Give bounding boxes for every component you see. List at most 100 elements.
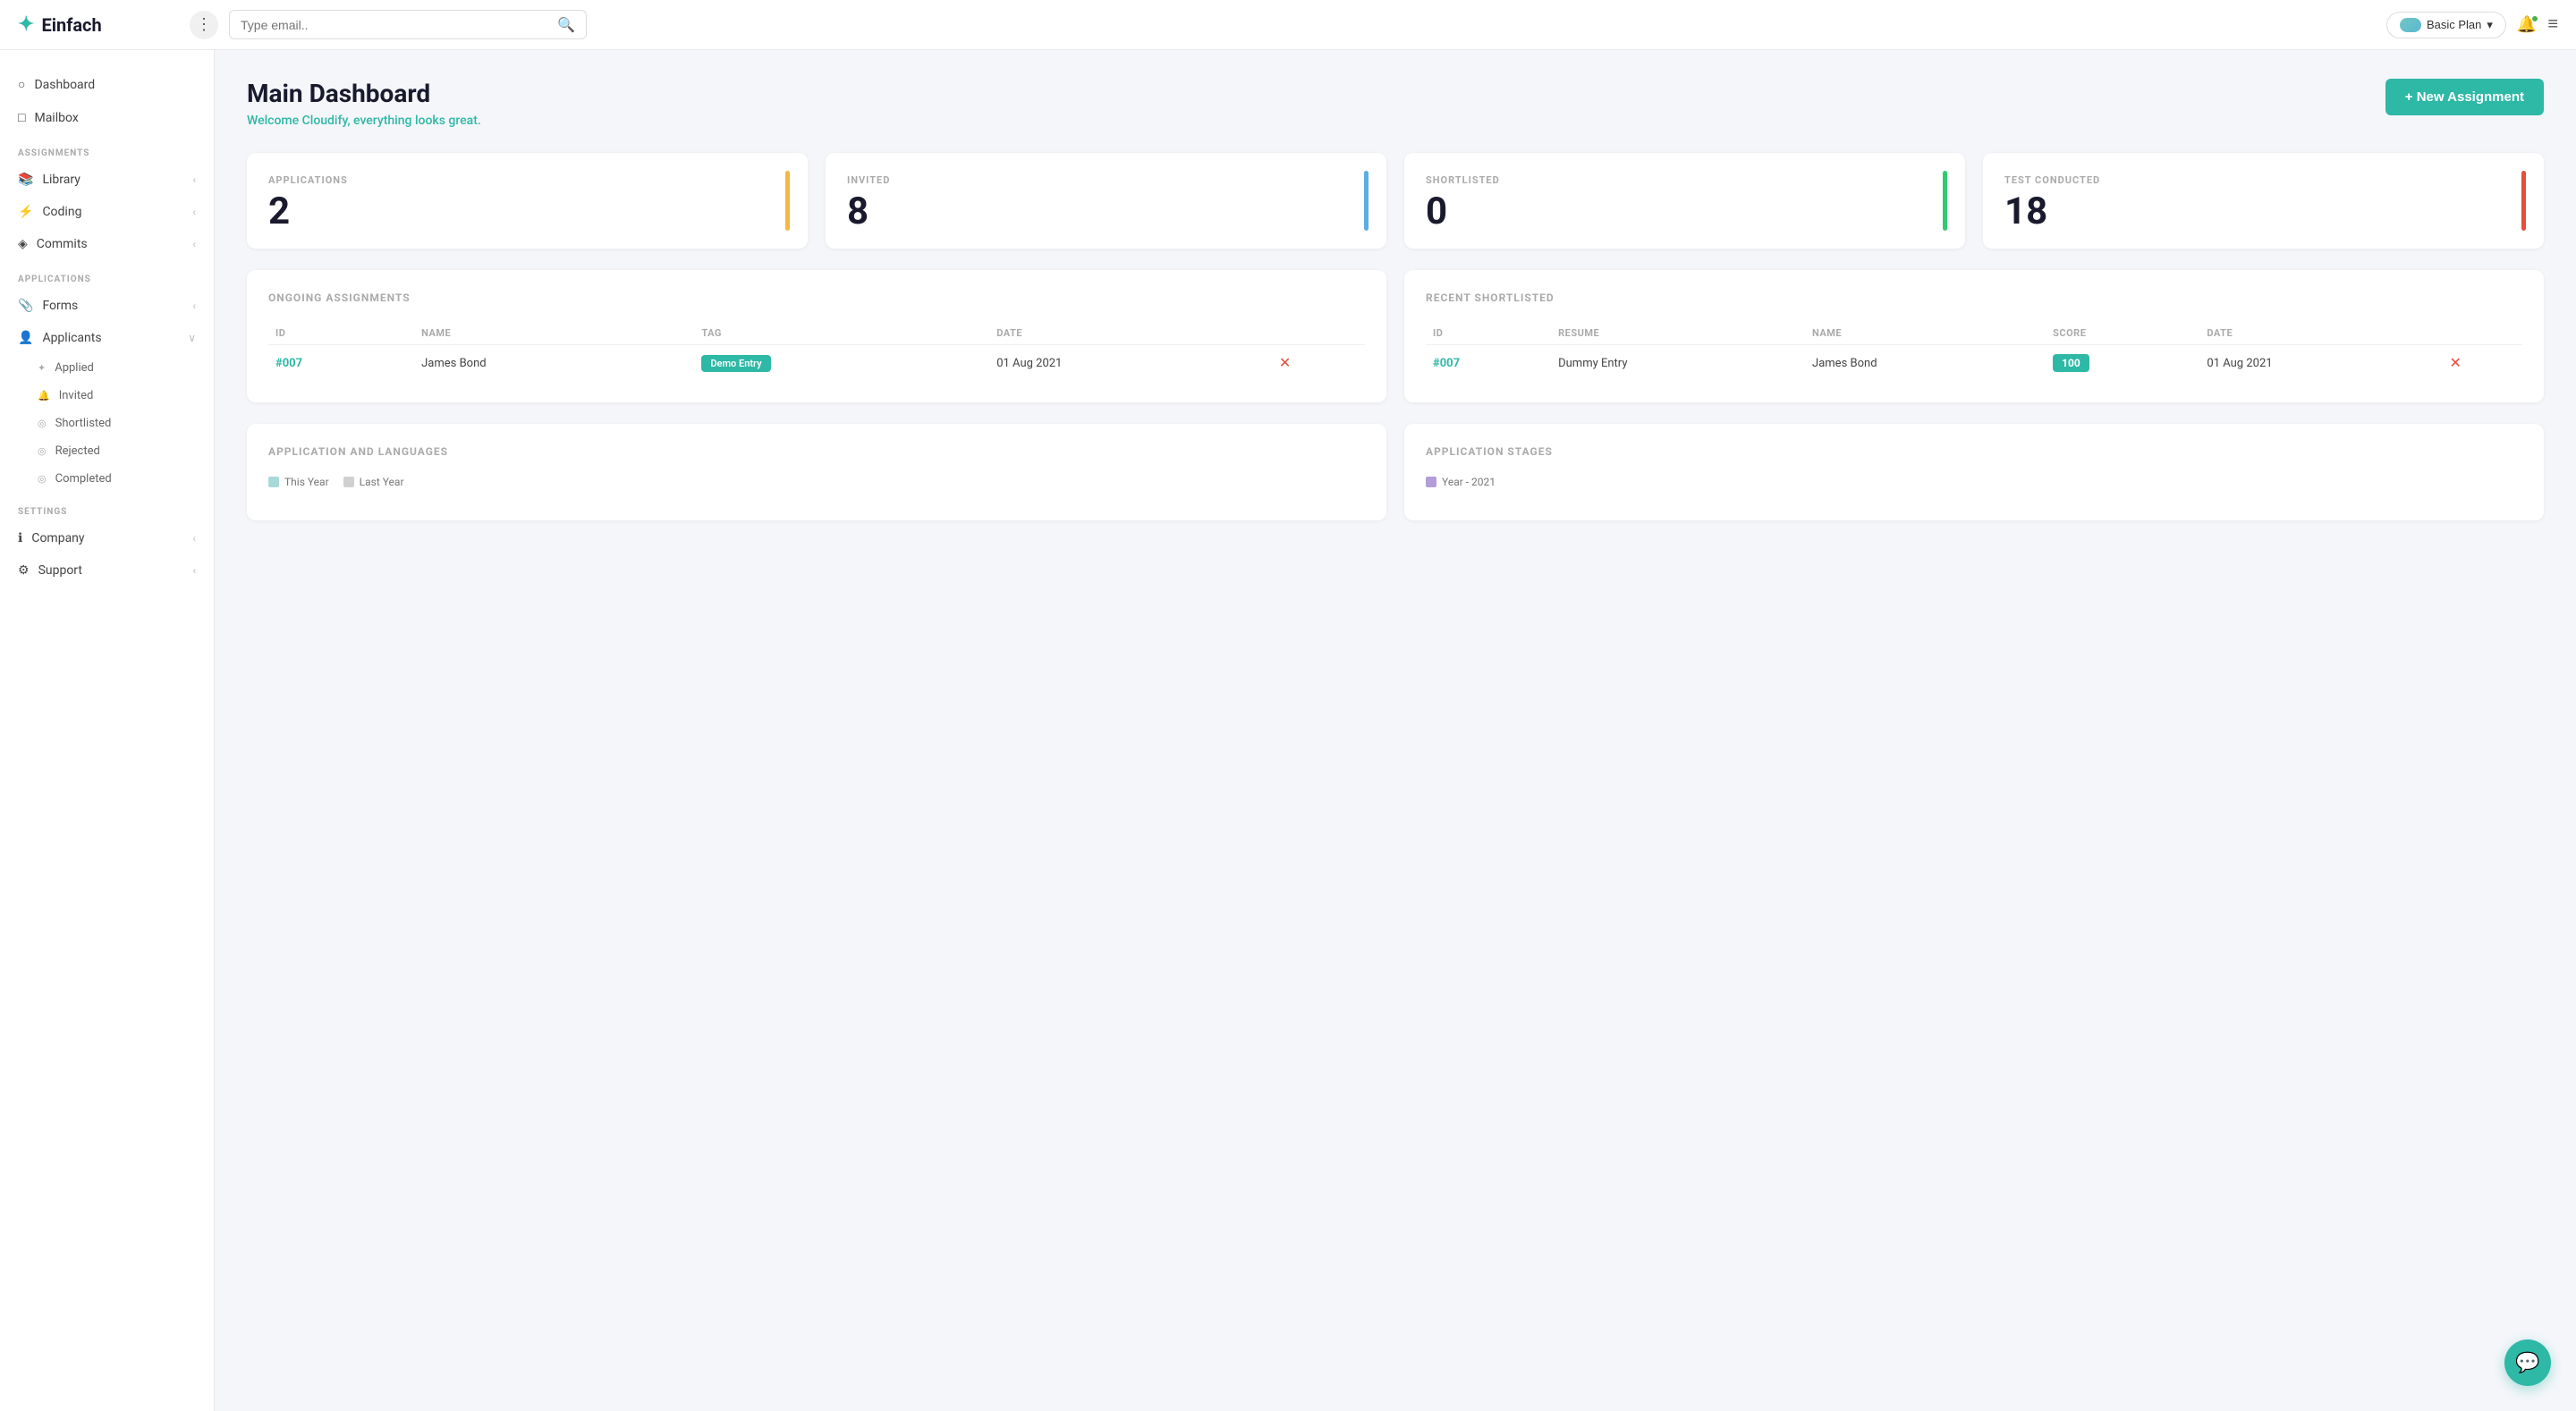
sidebar-item-forms[interactable]: 📎 Forms ‹ xyxy=(0,290,214,322)
sidebar-subitem-rejected[interactable]: ◎ Rejected xyxy=(0,437,214,465)
completed-icon: ◎ xyxy=(38,473,47,485)
sidebar-item-label: Library xyxy=(42,173,80,187)
sidebar-item-label: Commits xyxy=(37,237,88,251)
sidebar-item-label: Forms xyxy=(42,299,78,313)
legend-label: Last Year xyxy=(360,476,404,488)
sidebar-subitem-label: Rejected xyxy=(55,444,100,458)
more-button[interactable]: ⋮ xyxy=(190,11,218,39)
commits-icon: ◈ xyxy=(18,237,28,251)
notification-button[interactable]: 🔔 xyxy=(2517,15,2537,34)
invited-icon: 🔔 xyxy=(38,390,50,401)
col-score: SCORE xyxy=(2046,322,2199,345)
sidebar-item-label: Coding xyxy=(42,205,81,219)
sidebar-item-coding[interactable]: ⚡ Coding ‹ xyxy=(0,196,214,228)
sidebar-item-commits[interactable]: ◈ Commits ‹ xyxy=(0,228,214,260)
cell-id: #007 xyxy=(1426,345,1551,382)
sidebar-subitem-label: Applied xyxy=(55,361,94,375)
logo-icon: ✦ xyxy=(18,13,34,36)
stat-label: APPLICATIONS xyxy=(268,174,786,186)
col-name: NAME xyxy=(1805,322,2046,345)
forms-icon: 📎 xyxy=(18,299,33,313)
company-icon: ℹ xyxy=(18,531,22,545)
legend-label: This Year xyxy=(284,476,329,488)
app-stages-card: APPLICATION STAGES Year - 2021 xyxy=(1404,424,2544,520)
support-icon: ⚙ xyxy=(18,563,30,578)
stat-bar xyxy=(2521,171,2526,231)
logo: ✦ Einfach xyxy=(18,13,179,36)
subtitle-user: Cloudify xyxy=(302,114,348,128)
plan-icon xyxy=(2400,18,2421,32)
cell-date: 01 Aug 2021 xyxy=(989,345,1272,382)
cell-tag: Demo Entry xyxy=(694,345,989,382)
chevron-left-icon: ‹ xyxy=(192,173,196,186)
col-resume: RESUME xyxy=(1551,322,1805,345)
delete-button[interactable]: ✕ xyxy=(1279,354,1291,372)
stat-bar xyxy=(1364,171,1368,231)
subtitle-suffix: , everything looks great. xyxy=(347,114,480,128)
sidebar-subitem-label: Completed xyxy=(55,472,112,486)
applications-section-title: APPLICATIONS xyxy=(0,260,214,290)
stat-card-invited: INVITED 8 xyxy=(826,153,1386,249)
menu-button[interactable]: ≡ xyxy=(2547,14,2558,35)
stat-value: 0 xyxy=(1426,193,1944,231)
plan-button[interactable]: Basic Plan ▾ xyxy=(2386,12,2506,38)
col-tag: TAG xyxy=(694,322,989,345)
chevron-down-icon: ▾ xyxy=(2487,18,2493,32)
app-stages-legend: Year - 2021 xyxy=(1426,476,2522,488)
settings-section-title: SETTINGS xyxy=(0,493,214,522)
sidebar-item-mailbox[interactable]: □ Mailbox xyxy=(0,101,214,134)
app-languages-legend: This Year Last Year xyxy=(268,476,1365,488)
cell-resume: Dummy Entry xyxy=(1551,345,1805,382)
cell-name: James Bond xyxy=(414,345,694,382)
col-id: ID xyxy=(268,322,414,345)
search-input[interactable] xyxy=(241,18,550,32)
logo-text: Einfach xyxy=(41,14,101,36)
table-row: #007 James Bond Demo Entry 01 Aug 2021 ✕ xyxy=(268,345,1365,382)
stat-label: SHORTLISTED xyxy=(1426,174,1944,186)
recent-shortlisted-table: ID RESUME NAME SCORE DATE #007 Dummy Ent… xyxy=(1426,322,2522,381)
ongoing-assignments-card: ONGOING ASSIGNMENTS ID NAME TAG DATE #00… xyxy=(247,270,1386,402)
new-assignment-button[interactable]: + New Assignment xyxy=(2385,79,2544,115)
sidebar-subitem-applied[interactable]: ✦ Applied xyxy=(0,354,214,382)
assignments-section-title: ASSIGNMENTS xyxy=(0,134,214,164)
stat-value: 18 xyxy=(2004,193,2522,231)
stat-value: 2 xyxy=(268,193,786,231)
sidebar-item-applicants[interactable]: 👤 Applicants ∨ xyxy=(0,322,214,354)
sidebar-item-label: Applicants xyxy=(42,331,101,345)
col-id: ID xyxy=(1426,322,1551,345)
sidebar-subitem-shortlisted[interactable]: ◎ Shortlisted xyxy=(0,410,214,437)
recent-shortlisted-card: RECENT SHORTLISTED ID RESUME NAME SCORE … xyxy=(1404,270,2544,402)
cell-score: 100 xyxy=(2046,345,2199,382)
stat-value: 8 xyxy=(847,193,1365,231)
table-row: #007 Dummy Entry James Bond 100 01 Aug 2… xyxy=(1426,345,2522,382)
stat-bar xyxy=(1943,171,1947,231)
chat-button[interactable]: 💬 xyxy=(2504,1339,2551,1386)
sidebar-item-label: Support xyxy=(38,563,82,578)
sidebar-subitem-completed[interactable]: ◎ Completed xyxy=(0,465,214,493)
sidebar-item-company[interactable]: ℹ Company ‹ xyxy=(0,522,214,554)
chevron-left-icon: ‹ xyxy=(192,532,196,545)
sidebar-subitem-label: Invited xyxy=(59,389,94,402)
col-date: DATE xyxy=(2199,322,2442,345)
notification-dot xyxy=(2531,15,2538,22)
search-bar: 🔍 xyxy=(229,10,587,39)
new-assignment-label: + New Assignment xyxy=(2405,89,2524,105)
chat-icon: 💬 xyxy=(2515,1352,2539,1374)
id-link[interactable]: #007 xyxy=(1433,357,1460,370)
delete-button[interactable]: ✕ xyxy=(2450,354,2462,372)
sidebar-item-library[interactable]: 📚 Library ‹ xyxy=(0,164,214,196)
ongoing-assignments-table: ID NAME TAG DATE #007 James Bond Demo En… xyxy=(268,322,1365,381)
legend-label: Year - 2021 xyxy=(1442,476,1496,488)
dashboard-icon: ○ xyxy=(18,77,25,92)
main-content: Main Dashboard Welcome Cloudify, everyth… xyxy=(215,50,2576,1411)
id-link[interactable]: #007 xyxy=(275,357,302,370)
sidebar-subitem-invited[interactable]: 🔔 Invited xyxy=(0,382,214,410)
sidebar-item-dashboard[interactable]: ○ Dashboard xyxy=(0,68,214,101)
sidebar-item-support[interactable]: ⚙ Support ‹ xyxy=(0,554,214,587)
applied-icon: ✦ xyxy=(38,362,46,374)
page-subtitle: Welcome Cloudify, everything looks great… xyxy=(247,114,481,128)
plan-label: Basic Plan xyxy=(2427,18,2481,31)
stat-card-shortlisted: SHORTLISTED 0 xyxy=(1404,153,1965,249)
cell-delete: ✕ xyxy=(2443,345,2522,382)
shortlisted-icon: ◎ xyxy=(38,418,47,429)
